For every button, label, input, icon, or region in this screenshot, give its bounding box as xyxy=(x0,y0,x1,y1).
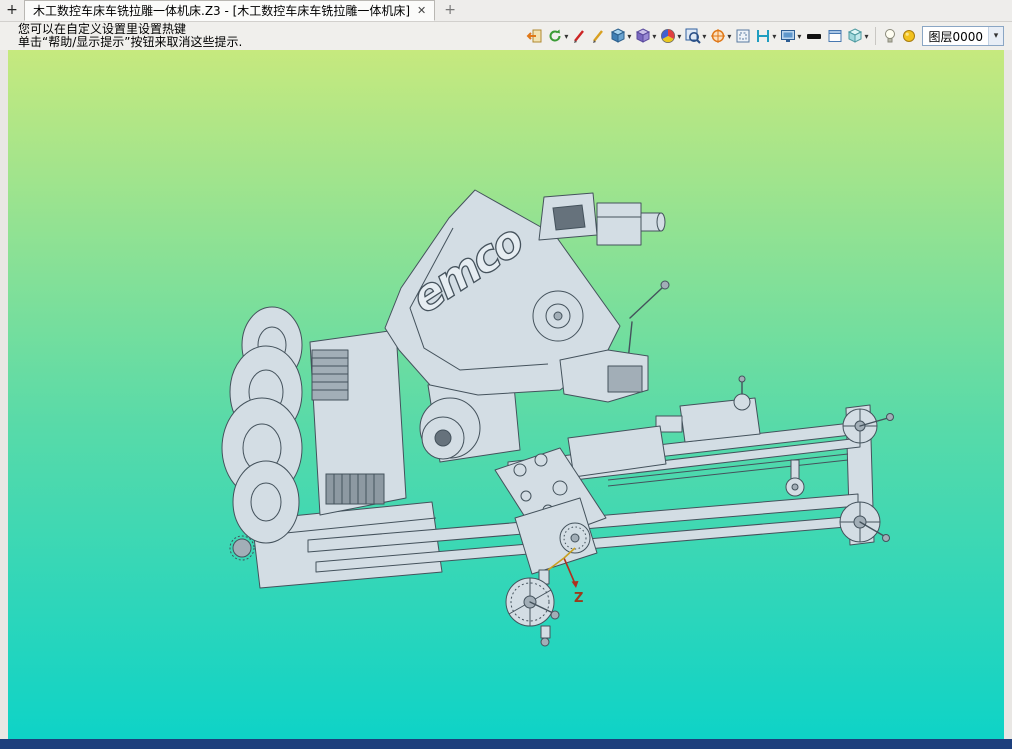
toolbar-separator xyxy=(875,27,877,45)
hotkey-hint: 您可以在自定义设置里设置热键 单击“帮助/显示提示”按钮来取消这些提示. xyxy=(18,23,242,49)
black-plane-icon[interactable] xyxy=(803,24,825,48)
zoom-window-icon[interactable]: ▾ xyxy=(683,24,708,48)
dropdown-arrow-icon[interactable]: ▾ xyxy=(702,32,706,41)
window-bottom-edge xyxy=(0,739,1012,749)
dropdown-arrow-icon[interactable]: ▾ xyxy=(627,32,631,41)
color-wheel-icon[interactable]: ▾ xyxy=(658,24,683,48)
machine-model[interactable]: emco Z xyxy=(221,189,894,647)
section-ruler-icon[interactable]: ▾ xyxy=(753,24,778,48)
viewport-frame-icon[interactable] xyxy=(733,24,753,48)
white-panel-icon[interactable] xyxy=(825,24,845,48)
layer-combo-arrow-icon[interactable]: ▾ xyxy=(988,27,1003,45)
dropdown-arrow-icon[interactable]: ▾ xyxy=(727,32,731,41)
red-pen-icon[interactable] xyxy=(570,24,589,48)
refresh-view-icon[interactable]: ▾ xyxy=(545,24,570,48)
bulb-icon[interactable] xyxy=(881,24,899,48)
wireframe-cube-icon[interactable]: ▾ xyxy=(633,24,658,48)
layer-combo-value: 图层0000 xyxy=(928,29,983,44)
dropdown-arrow-icon[interactable]: ▾ xyxy=(797,32,801,41)
document-tab[interactable]: 木工数控车床车铣拉雕一体机床.Z3 - [木工数控车床车铣拉雕一体机床] ✕ xyxy=(24,0,436,21)
tailstock-handwheel xyxy=(842,408,894,444)
dropdown-arrow-icon[interactable]: ▾ xyxy=(652,32,656,41)
dropdown-arrow-icon[interactable]: ▾ xyxy=(677,32,681,41)
document-tab-title: 木工数控车床车铣拉雕一体机床.Z3 - [木工数控车床车铣拉雕一体机床] xyxy=(33,4,410,18)
leadscrew-handwheel xyxy=(839,501,890,543)
shaded-cube-icon[interactable]: ▾ xyxy=(608,24,633,48)
app-window: + 木工数控车床车铣拉雕一体机床.Z3 - [木工数控车床车铣拉雕一体机床] ✕… xyxy=(0,0,1012,749)
pin-plus-icon[interactable]: + xyxy=(0,0,24,21)
gearbox-block xyxy=(559,349,649,403)
cyan-cube-icon[interactable]: ▾ xyxy=(845,24,870,48)
machine-model-canvas[interactable]: emco Z xyxy=(8,50,1004,739)
dropdown-arrow-icon[interactable]: ▾ xyxy=(564,32,568,41)
hint-line-2: 单击“帮助/显示提示”按钮来取消这些提示. xyxy=(18,35,243,49)
toolbar-icons: ▾ ▾ ▾ ▾ ▾ ▾ ▾ ▾ ▾ 图层0000 ▾ xyxy=(524,24,1012,48)
dropdown-arrow-icon[interactable]: ▾ xyxy=(772,32,776,41)
exit-icon[interactable] xyxy=(524,24,545,48)
display-monitor-icon[interactable]: ▾ xyxy=(778,24,803,48)
tailstock xyxy=(655,375,761,443)
viewport[interactable]: emco Z xyxy=(8,50,1004,739)
gold-pen-icon[interactable] xyxy=(589,24,608,48)
layer-combo[interactable]: 图层0000 ▾ xyxy=(922,26,1004,46)
view-toolbar: 您可以在自定义设置里设置热键 单击“帮助/显示提示”按钮来取消这些提示. ▾ ▾ xyxy=(0,22,1012,50)
dropdown-arrow-icon[interactable]: ▾ xyxy=(864,32,868,41)
cross-slide-handwheel xyxy=(505,569,560,647)
tab-close-icon[interactable]: ✕ xyxy=(417,4,426,17)
pulley-stack xyxy=(221,306,303,544)
new-tab-icon[interactable]: + xyxy=(444,0,456,21)
orient-compass-icon[interactable]: ▾ xyxy=(708,24,733,48)
motor-block xyxy=(309,329,407,516)
axis-z-label: Z xyxy=(574,591,583,606)
tab-bar: + 木工数控车床车铣拉雕一体机床.Z3 - [木工数控车床车铣拉雕一体机床] ✕… xyxy=(0,0,1012,22)
yellow-ball-icon[interactable] xyxy=(899,24,919,48)
